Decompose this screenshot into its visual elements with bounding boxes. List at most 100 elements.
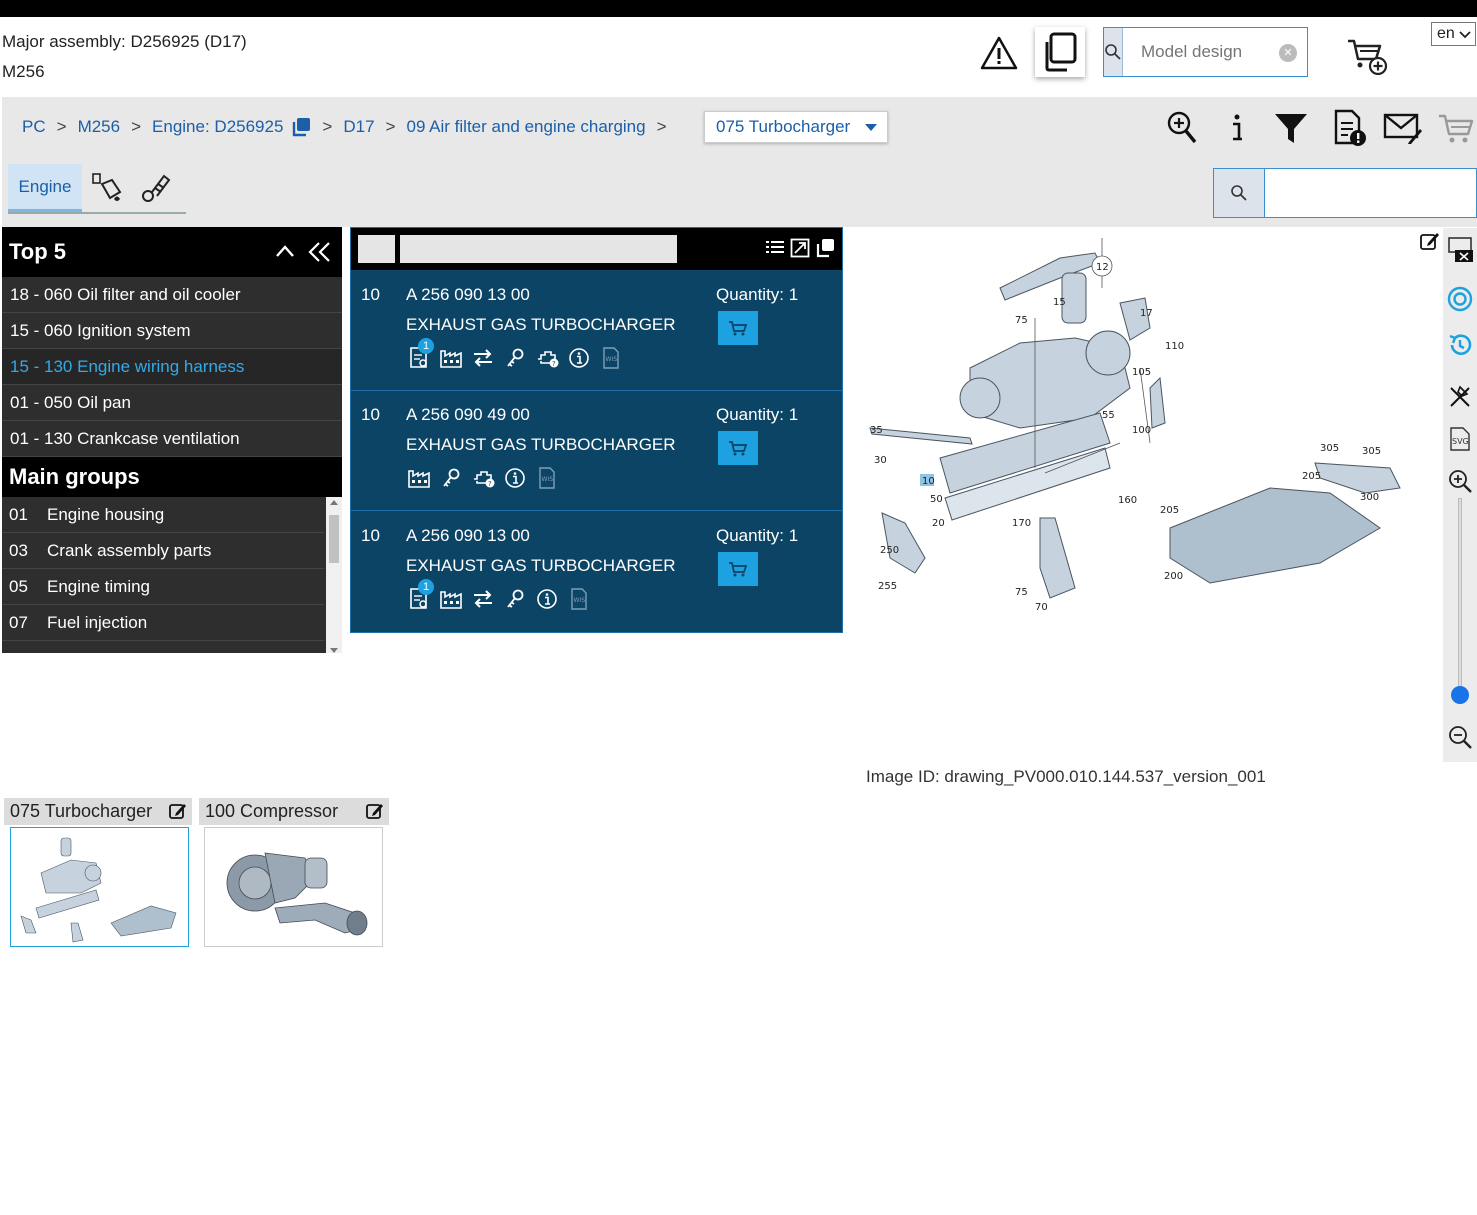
main-group-item[interactable]: 07 Fuel injection bbox=[2, 605, 324, 641]
scrollbar-thumb[interactable] bbox=[329, 515, 339, 563]
add-to-cart-button[interactable] bbox=[718, 311, 758, 345]
model-search-input[interactable] bbox=[1123, 28, 1362, 76]
top5-item[interactable]: 01 - 130 Crankcase ventilation bbox=[2, 421, 342, 457]
factory-icon[interactable] bbox=[408, 467, 430, 489]
edit-icon[interactable] bbox=[169, 802, 187, 820]
part-filter[interactable] bbox=[400, 235, 677, 263]
key-icon[interactable] bbox=[440, 467, 462, 489]
callout-label[interactable]: 200 bbox=[1164, 571, 1183, 582]
paint-bucket-icon[interactable] bbox=[90, 172, 124, 204]
unpin-icon[interactable] bbox=[1447, 384, 1473, 410]
swap-icon[interactable] bbox=[472, 588, 494, 610]
breadcrumb-item-pc[interactable]: PC bbox=[22, 117, 46, 137]
callout-label[interactable]: 170 bbox=[1012, 518, 1031, 529]
wis-document-icon[interactable]: WIS bbox=[600, 347, 622, 369]
breadcrumb-item-model[interactable]: M256 bbox=[78, 117, 121, 137]
model-search-button[interactable] bbox=[1104, 28, 1123, 76]
factory-icon[interactable] bbox=[440, 347, 462, 369]
engine-info-icon[interactable]: ? bbox=[536, 347, 559, 369]
popout-icon[interactable] bbox=[815, 238, 835, 258]
callout-label[interactable]: 160 bbox=[1118, 495, 1137, 506]
exploded-drawing[interactable]: 12 15 17 75 110 105 55 100 35 30 10 50 1… bbox=[860, 228, 1442, 628]
part-number[interactable]: A 256 090 13 00 bbox=[406, 526, 530, 546]
callout-label[interactable]: 105 bbox=[1132, 367, 1151, 378]
scroll-up-icon[interactable] bbox=[330, 500, 338, 505]
wis-document-icon[interactable]: WIS bbox=[568, 588, 590, 610]
scroll-down-icon[interactable] bbox=[330, 648, 338, 653]
language-select[interactable]: en bbox=[1431, 22, 1476, 46]
parts-search-input[interactable] bbox=[1264, 169, 1476, 217]
target-icon[interactable] bbox=[1447, 286, 1473, 312]
thumbnail-tab[interactable]: 075 Turbocharger bbox=[4, 798, 192, 825]
part-row[interactable]: 10 A 256 090 13 00 EXHAUST GAS TURBOCHAR… bbox=[351, 271, 842, 391]
main-group-item[interactable]: 01 Engine housing bbox=[2, 497, 324, 533]
top5-item-active[interactable]: 15 - 130 Engine wiring harness bbox=[2, 349, 342, 385]
zoom-in-tool[interactable] bbox=[1162, 109, 1202, 147]
position-filter[interactable] bbox=[358, 235, 395, 263]
history-icon[interactable] bbox=[1447, 332, 1473, 358]
swap-icon[interactable] bbox=[472, 347, 494, 369]
info-circle-icon[interactable] bbox=[568, 347, 590, 369]
callout-label-highlighted[interactable]: 10 bbox=[922, 476, 935, 487]
mail-tool[interactable] bbox=[1382, 109, 1424, 147]
warning-icon[interactable] bbox=[980, 35, 1018, 71]
part-row[interactable]: 10 A 256 090 13 00 EXHAUST GAS TURBOCHAR… bbox=[351, 512, 842, 632]
callout-label[interactable]: 55 bbox=[1102, 410, 1115, 421]
info-circle-icon[interactable] bbox=[504, 467, 526, 489]
key-icon[interactable] bbox=[504, 588, 526, 610]
document-search-icon[interactable]: 1 bbox=[408, 338, 434, 369]
filter-tool[interactable] bbox=[1270, 109, 1312, 147]
factory-icon[interactable] bbox=[440, 588, 462, 610]
callout-label[interactable]: 75 bbox=[1015, 587, 1028, 598]
notes-tool[interactable] bbox=[1330, 109, 1370, 147]
breadcrumb-item-group[interactable]: 09 Air filter and engine charging bbox=[406, 117, 645, 137]
info-tool[interactable] bbox=[1220, 109, 1254, 147]
parts-search-button[interactable] bbox=[1214, 169, 1264, 217]
top5-item[interactable]: 15 - 060 Ignition system bbox=[2, 313, 342, 349]
callout-label[interactable]: 110 bbox=[1165, 341, 1184, 352]
main-group-item[interactable]: 05 Engine timing bbox=[2, 569, 324, 605]
copy-button[interactable] bbox=[1035, 27, 1085, 77]
add-to-cart-button[interactable] bbox=[718, 552, 758, 586]
clear-search-icon[interactable]: ✕ bbox=[1279, 44, 1297, 62]
callout-label[interactable]: 35 bbox=[870, 425, 883, 436]
top5-item[interactable]: 01 - 050 Oil pan bbox=[2, 385, 342, 421]
callout-label[interactable]: 75 bbox=[1015, 315, 1028, 326]
callout-label[interactable]: 20 bbox=[932, 518, 945, 529]
engine-info-icon[interactable]: ? bbox=[472, 467, 495, 489]
callout-label[interactable]: 300 bbox=[1360, 492, 1379, 503]
part-number[interactable]: A 256 090 13 00 bbox=[406, 285, 530, 305]
part-row[interactable]: 10 A 256 090 49 00 EXHAUST GAS TURBOCHAR… bbox=[351, 391, 842, 511]
part-number[interactable]: A 256 090 49 00 bbox=[406, 405, 530, 425]
callout-label[interactable]: 255 bbox=[878, 581, 897, 592]
thumbnail-tab[interactable]: 100 Compressor bbox=[199, 798, 389, 825]
list-view-icon[interactable] bbox=[765, 238, 785, 258]
edit-icon[interactable] bbox=[1420, 231, 1440, 251]
info-circle-icon[interactable] bbox=[536, 588, 558, 610]
main-groups-scrollbar[interactable] bbox=[326, 497, 342, 653]
callout-label[interactable]: 50 bbox=[930, 494, 943, 505]
callout-label[interactable]: 205 bbox=[1160, 505, 1179, 516]
svg-export-icon[interactable]: SVG bbox=[1447, 426, 1473, 452]
breadcrumb-item-engine[interactable]: Engine: D256925 bbox=[152, 117, 283, 137]
callout-label[interactable]: 205 bbox=[1302, 471, 1321, 482]
callout-label[interactable]: 30 bbox=[874, 455, 887, 466]
engine-parts-icon[interactable] bbox=[138, 172, 172, 204]
callout-label[interactable]: 70 bbox=[1035, 602, 1048, 613]
double-chevron-left-icon[interactable] bbox=[307, 241, 333, 263]
copy-icon[interactable] bbox=[291, 117, 311, 137]
wis-document-icon[interactable]: WIS bbox=[536, 467, 558, 489]
callout-label[interactable]: 15 bbox=[1053, 297, 1066, 308]
zoom-in-icon[interactable] bbox=[1447, 468, 1473, 494]
subgroup-dropdown[interactable]: 075 Turbocharger bbox=[704, 111, 888, 143]
close-panel-icon[interactable] bbox=[1447, 236, 1473, 262]
zoom-slider-track[interactable] bbox=[1458, 498, 1462, 688]
main-group-item[interactable]: 03 Crank assembly parts bbox=[2, 533, 324, 569]
callout-label[interactable]: 17 bbox=[1140, 308, 1153, 319]
callout-label[interactable]: 305 bbox=[1320, 443, 1339, 454]
cart-add-icon[interactable] bbox=[1346, 37, 1388, 75]
edit-icon[interactable] bbox=[366, 802, 384, 820]
thumbnail-turbocharger[interactable] bbox=[10, 827, 189, 947]
callout-label[interactable]: 100 bbox=[1132, 425, 1151, 436]
breadcrumb-item-d17[interactable]: D17 bbox=[343, 117, 374, 137]
